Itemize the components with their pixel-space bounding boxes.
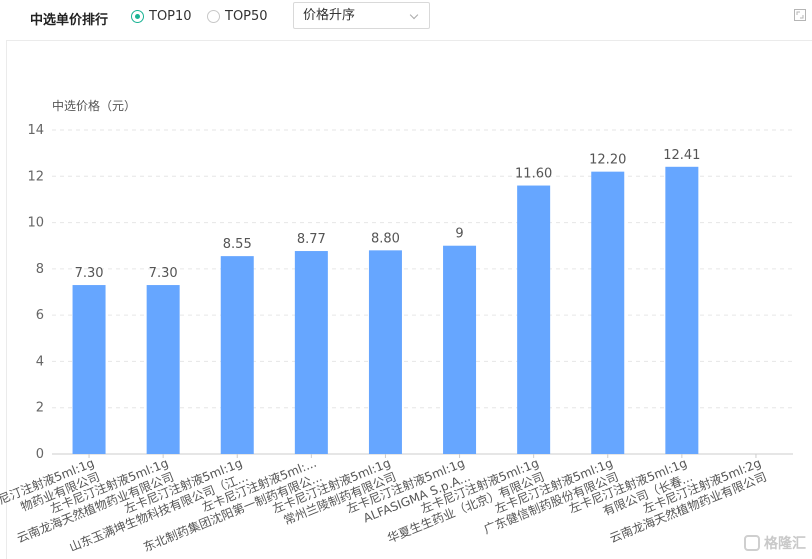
y-tick-label: 6	[36, 308, 44, 323]
bar	[665, 166, 699, 454]
bar	[220, 256, 254, 454]
bar	[72, 285, 106, 454]
value-label: 8.80	[371, 231, 400, 246]
value-label: 12.20	[589, 153, 626, 168]
bars	[72, 166, 699, 455]
value-label: 8.77	[297, 232, 326, 247]
value-label: 8.55	[223, 237, 252, 252]
x-axis-labels: 左卡尼汀注射液5ml:1g物药业有限公司左卡尼汀注射液5ml:1g云南龙海天然植…	[0, 455, 769, 555]
y-tick-label: 12	[27, 169, 44, 184]
bar	[517, 185, 551, 455]
y-axis-ticks: 0 2 4 6 8 10 12 14	[27, 123, 44, 462]
watermark-text: 格隆汇	[764, 536, 806, 552]
y-tick-label: 2	[36, 401, 44, 416]
bar	[591, 171, 625, 454]
bar	[294, 251, 328, 454]
y-tick-label: 8	[36, 262, 44, 277]
bar	[146, 285, 180, 454]
watermark: 格隆汇	[744, 533, 806, 553]
y-axis-title: 中选价格（元）	[52, 98, 136, 113]
value-label: 12.41	[663, 148, 700, 163]
y-tick-label: 14	[27, 123, 44, 138]
value-label: 9	[455, 227, 463, 242]
value-label: 11.60	[515, 167, 552, 182]
value-label: 7.30	[75, 266, 104, 281]
y-tick-label: 10	[27, 216, 44, 231]
y-tick-label: 0	[36, 447, 44, 462]
brand-logo-icon	[744, 535, 760, 551]
bar	[368, 250, 402, 454]
value-label: 7.30	[149, 266, 178, 281]
bar	[443, 245, 477, 454]
y-tick-label: 4	[36, 354, 44, 369]
bar-chart: 中选价格（元） 0 2 4 6 8 10 12 14 7.30 7.30 8.55 8.77 8.80…	[0, 98, 793, 555]
